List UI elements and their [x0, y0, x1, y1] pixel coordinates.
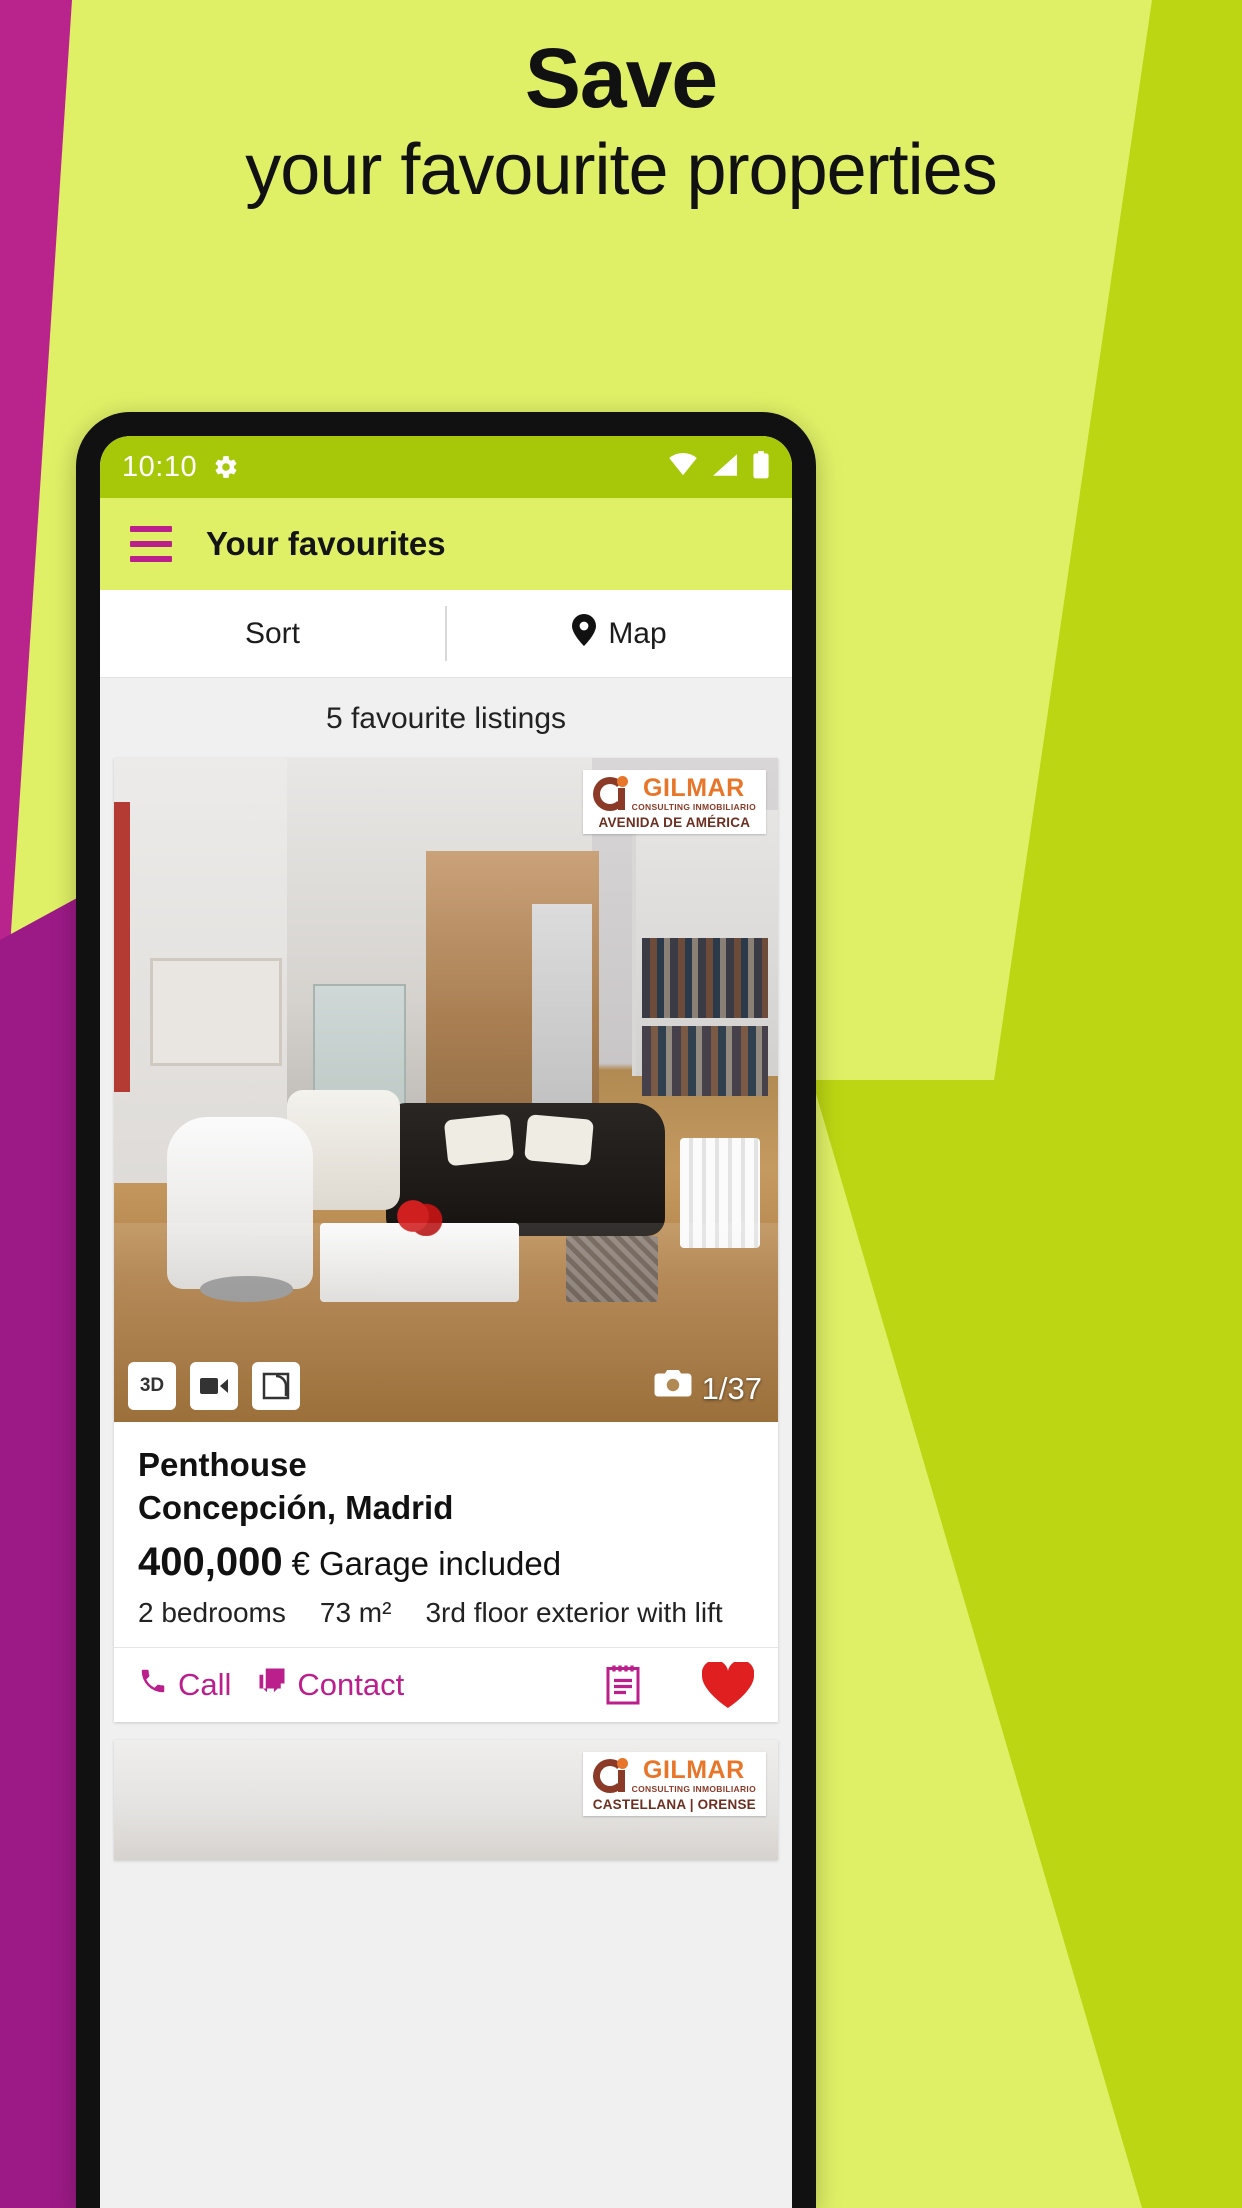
watermark-branch: CASTELLANA | ORENSE — [592, 1796, 756, 1812]
badge-3d-label: 3D — [139, 1375, 165, 1396]
agency-watermark: GILMAR CONSULTING INMOBILIARIO AVENIDA D… — [582, 770, 766, 834]
page-title: Your favourites — [206, 525, 446, 562]
contact-button[interactable]: Contact — [257, 1666, 404, 1704]
property-price: 400,000 — [138, 1540, 283, 1585]
tab-bar: Sort Map — [100, 590, 792, 678]
listing-action-bar: Call Contact — [114, 1647, 778, 1722]
property-price-row: 400,000 € Garage included — [138, 1540, 754, 1585]
listing-count-label: 5 favourite listings — [325, 702, 567, 735]
agency-watermark: GILMAR CONSULTING INMOBILIARIO CASTELLAN… — [582, 1752, 766, 1817]
floorplan-icon[interactable] — [252, 1362, 300, 1410]
property-currency: € — [291, 1545, 310, 1583]
watermark-brand: GILMAR — [643, 1756, 745, 1785]
property-features: 2 bedrooms 73 m² 3rd floor exterior with… — [138, 1597, 754, 1629]
phone-screen: 10:10 Your favourites Sort Map 5 favouri… — [100, 436, 792, 2208]
listing-photo[interactable]: GILMAR CONSULTING INMOBILIARIO CASTELLAN… — [114, 1740, 778, 1861]
signal-icon — [711, 453, 739, 482]
phone-frame: 10:10 Your favourites Sort Map 5 favouri… — [76, 412, 816, 2208]
gilmar-logo-icon — [592, 1757, 628, 1793]
listing-card[interactable]: GILMAR CONSULTING INMOBILIARIO CASTELLAN… — [114, 1740, 778, 1861]
contact-button-label: Contact — [297, 1667, 405, 1703]
hamburger-menu-icon[interactable] — [130, 526, 172, 562]
status-bar: 10:10 — [100, 436, 792, 498]
watermark-tagline: CONSULTING INMOBILIARIO — [631, 802, 756, 812]
listing-card[interactable]: GILMAR CONSULTING INMOBILIARIO AVENIDA D… — [114, 758, 778, 1723]
status-bar-time: 10:10 — [122, 450, 198, 483]
phone-icon — [138, 1666, 168, 1704]
badge-3d[interactable]: 3D — [128, 1362, 176, 1410]
favourite-heart-icon[interactable] — [702, 1662, 754, 1709]
property-feature-floor: 3rd floor exterior with lift — [425, 1597, 723, 1629]
photo-counter: 1/37 — [654, 1370, 762, 1408]
watermark-brand: GILMAR — [643, 774, 745, 802]
promo-headline-line1: Save — [524, 31, 718, 125]
tab-sort-label: Sort — [244, 616, 301, 650]
gear-icon — [213, 454, 239, 480]
call-button-label: Call — [178, 1667, 232, 1703]
notes-icon[interactable] — [604, 1664, 642, 1706]
photo-media-badges: 3D — [128, 1362, 300, 1410]
listings-scroll-area[interactable]: 5 favourite listings GILMAR CONSULTING I… — [100, 678, 792, 2208]
video-icon[interactable] — [190, 1362, 238, 1410]
chat-icon — [257, 1666, 287, 1704]
promo-headline: Save your favourite properties — [0, 30, 1242, 213]
listing-details: Penthouse Concepción, Madrid 400,000 € G… — [114, 1422, 778, 1647]
property-price-extra: Garage included — [318, 1545, 562, 1583]
tab-sort[interactable]: Sort — [100, 590, 445, 677]
watermark-tagline: CONSULTING INMOBILIARIO — [631, 1784, 756, 1795]
tab-map-label: Map — [608, 616, 667, 650]
camera-icon — [654, 1370, 692, 1408]
watermark-branch: AVENIDA DE AMÉRICA — [598, 814, 751, 830]
property-feature-bedrooms: 2 bedrooms — [138, 1597, 286, 1629]
battery-icon — [752, 450, 770, 484]
promo-headline-line2: your favourite properties — [245, 129, 997, 210]
photo-counter-label: 1/37 — [701, 1371, 762, 1406]
wifi-icon — [668, 452, 698, 482]
call-button[interactable]: Call — [138, 1666, 231, 1704]
app-bar: Your favourites — [100, 498, 792, 590]
listing-photo[interactable]: GILMAR CONSULTING INMOBILIARIO AVENIDA D… — [114, 758, 778, 1422]
status-bar-icons — [668, 450, 770, 484]
tab-map[interactable]: Map — [447, 590, 792, 677]
olive-accent-lower — [812, 1080, 1242, 2208]
map-pin-icon — [572, 613, 597, 654]
property-location: Concepción, Madrid — [138, 1489, 454, 1527]
property-feature-area: 73 m² — [319, 1597, 392, 1629]
listing-photo-scene — [114, 758, 778, 1422]
property-type: Penthouse — [138, 1446, 307, 1483]
gilmar-logo-icon — [592, 775, 628, 811]
